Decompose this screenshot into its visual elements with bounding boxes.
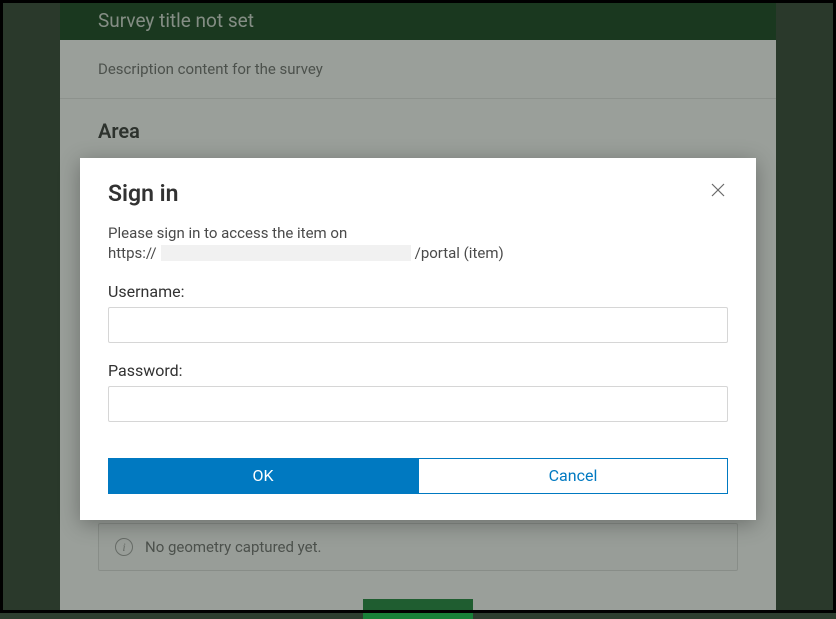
modal-message: Please sign in to access the item on htt… xyxy=(108,223,728,264)
ok-button[interactable]: OK xyxy=(108,458,418,494)
modal-url-line: https:// /portal (item) xyxy=(108,243,728,263)
modal-title: Sign in xyxy=(108,180,178,207)
modal-message-line1: Please sign in to access the item on xyxy=(108,223,728,243)
modal-overlay: Sign in Please sign in to access the ite… xyxy=(0,0,836,613)
url-redacted xyxy=(161,245,411,261)
username-input[interactable] xyxy=(108,307,728,343)
username-label: Username: xyxy=(108,282,728,301)
cancel-button[interactable]: Cancel xyxy=(418,458,728,494)
password-group: Password: xyxy=(108,361,728,422)
modal-buttons: OK Cancel xyxy=(108,458,728,494)
signin-modal: Sign in Please sign in to access the ite… xyxy=(80,158,756,520)
modal-header: Sign in xyxy=(108,180,728,207)
url-suffix: /portal (item) xyxy=(415,243,504,263)
url-prefix: https:// xyxy=(108,243,157,263)
password-input[interactable] xyxy=(108,386,728,422)
password-label: Password: xyxy=(108,361,728,380)
close-icon[interactable] xyxy=(708,180,728,204)
username-group: Username: xyxy=(108,282,728,343)
